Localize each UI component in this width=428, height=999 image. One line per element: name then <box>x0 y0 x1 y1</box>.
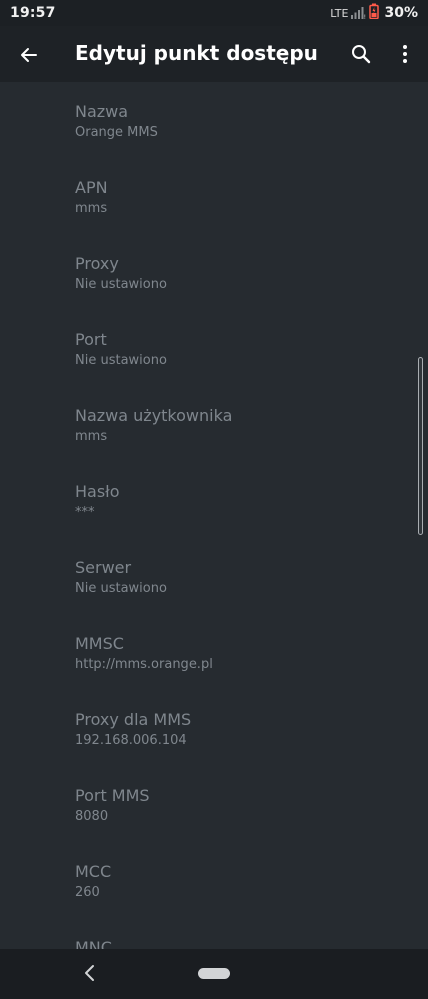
status-bar: 19:57 LTE ! 30% <box>0 0 428 26</box>
status-icons: LTE ! 30% <box>330 3 418 23</box>
field-label: Serwer <box>75 558 132 577</box>
field-value: 192.168.006.104 <box>75 733 187 748</box>
field-value: Nie ustawiono <box>75 581 167 596</box>
field-password[interactable]: Hasło *** <box>0 462 428 538</box>
field-label: Proxy <box>75 254 119 273</box>
field-server[interactable]: Serwer Nie ustawiono <box>0 538 428 614</box>
apn-settings-list: Nazwa Orange MMS APN mms Proxy Nie ustaw… <box>0 82 428 949</box>
field-label: Proxy dla MMS <box>75 710 192 729</box>
field-mcc[interactable]: MCC 260 <box>0 842 428 918</box>
field-mms-port[interactable]: Port MMS 8080 <box>0 766 428 842</box>
field-label: MNC <box>75 938 112 949</box>
page-title: Edytuj punkt dostępu <box>75 41 318 65</box>
search-icon <box>352 45 371 64</box>
more-vert-icon <box>403 45 407 63</box>
field-name[interactable]: Nazwa Orange MMS <box>0 82 428 158</box>
navigation-bar <box>0 949 428 999</box>
signal-icon: ! <box>351 4 366 23</box>
battery-icon <box>369 3 380 23</box>
nav-back-icon <box>85 965 94 981</box>
svg-text:!: ! <box>364 14 366 19</box>
field-value: Orange MMS <box>75 125 158 140</box>
app-bar: Edytuj punkt dostępu <box>0 26 428 82</box>
field-label: Nazwa <box>75 102 129 121</box>
field-label: MMSC <box>75 634 124 653</box>
field-value: *** <box>75 505 95 520</box>
battery-percent: 30% <box>384 5 418 21</box>
field-value: 8080 <box>75 809 109 824</box>
network-type: LTE <box>330 6 349 20</box>
field-value: http://mms.orange.pl <box>75 657 213 672</box>
field-value: mms <box>75 429 108 444</box>
nav-home-pill[interactable] <box>198 968 230 979</box>
search-button[interactable] <box>346 39 376 69</box>
field-mmsc[interactable]: MMSC http://mms.orange.pl <box>0 614 428 690</box>
field-label: Port <box>75 330 107 349</box>
field-label: Port MMS <box>75 786 150 805</box>
arrow-back-icon <box>21 48 37 62</box>
field-value: Nie ustawiono <box>75 277 167 292</box>
field-value: Nie ustawiono <box>75 353 167 368</box>
field-mnc[interactable]: MNC 03 <box>0 918 428 949</box>
field-apn[interactable]: APN mms <box>0 158 428 234</box>
field-label: Nazwa użytkownika <box>75 406 233 425</box>
field-value: 260 <box>75 885 100 900</box>
more-options-button[interactable] <box>390 39 420 69</box>
field-username[interactable]: Nazwa użytkownika mms <box>0 386 428 462</box>
nav-back-button[interactable] <box>78 961 102 985</box>
scrollbar-thumb[interactable] <box>418 357 423 535</box>
field-proxy[interactable]: Proxy Nie ustawiono <box>0 234 428 310</box>
status-time: 19:57 <box>10 5 56 21</box>
field-label: APN <box>75 178 108 197</box>
field-label: Hasło <box>75 482 120 501</box>
field-mms-proxy[interactable]: Proxy dla MMS 192.168.006.104 <box>0 690 428 766</box>
field-value: mms <box>75 201 108 216</box>
back-button[interactable] <box>14 40 44 70</box>
field-port[interactable]: Port Nie ustawiono <box>0 310 428 386</box>
field-label: MCC <box>75 862 112 881</box>
